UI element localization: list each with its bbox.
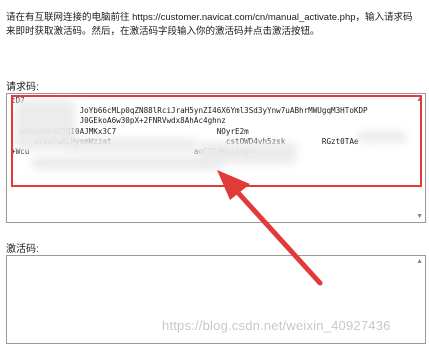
watermark-text: https://blog.csdn.net/weixin_40927436 [162,318,391,333]
instructions-text: 请在有互联网连接的电脑前往 https://customer.navicat.c… [6,12,413,37]
scroll-up-arrow[interactable]: ▲ [416,258,423,265]
request-code-highlight [11,95,422,187]
scroll-down-arrow[interactable]: ▼ [416,213,423,220]
activation-code-label: 激活码: [6,244,39,255]
request-code-label: 请求码: [6,82,39,93]
